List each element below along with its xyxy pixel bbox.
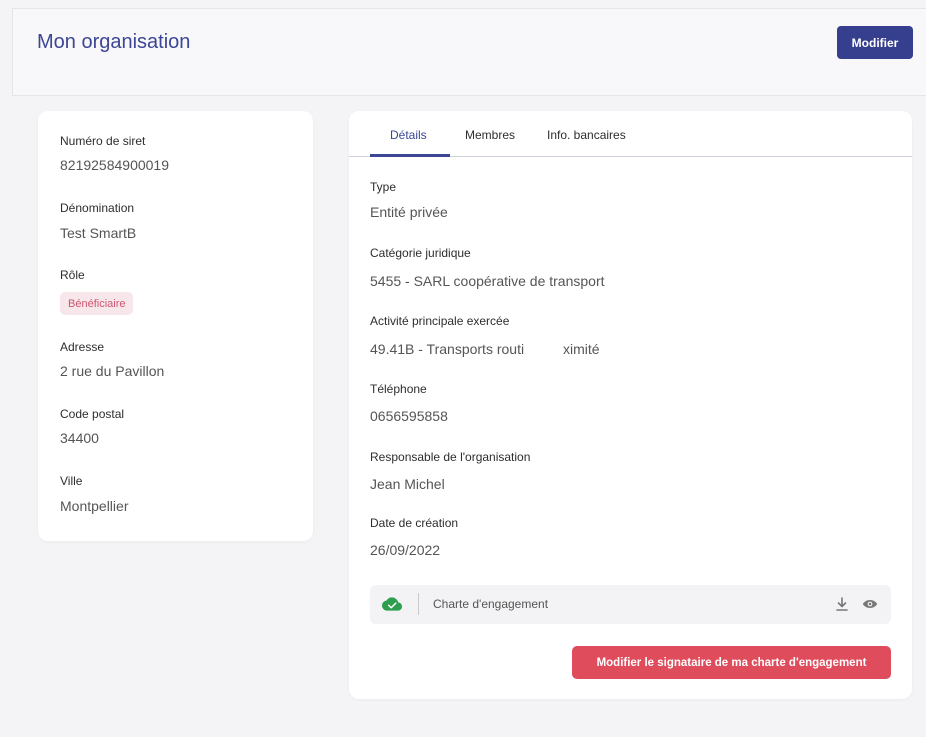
main-activity-value: 49.41B - Transports routi ximité	[370, 341, 600, 357]
tab-bar: Détails Membres Info. bancaires	[349, 111, 912, 157]
download-icon[interactable]	[835, 596, 849, 612]
city-label: Ville	[60, 474, 83, 488]
document-name: Charte d'engagement	[433, 597, 549, 611]
postal-code-label: Code postal	[60, 407, 125, 421]
eye-icon[interactable]	[862, 597, 878, 611]
phone-value: 0656595858	[370, 408, 448, 424]
tab-bank-info[interactable]: Info. bancaires	[547, 128, 626, 142]
engagement-charter-document[interactable]: Charte d'engagement	[370, 585, 891, 624]
role-label: Rôle	[60, 268, 85, 282]
tab-details[interactable]: Détails	[390, 128, 427, 142]
denomination-value: Test SmartB	[60, 225, 137, 241]
postal-code-value: 34400	[60, 430, 99, 446]
city-value: Montpellier	[60, 498, 129, 514]
active-tab-indicator	[370, 154, 450, 157]
siret-label: Numéro de siret	[60, 134, 146, 148]
main-activity-label: Activité principale exercée	[370, 314, 510, 328]
address-label: Adresse	[60, 340, 105, 354]
type-value: Entité privée	[370, 204, 448, 220]
organisation-details-card: Détails Membres Info. bancaires Type Ent…	[349, 111, 912, 699]
change-signatory-button[interactable]: Modifier le signataire de ma charte d'en…	[572, 646, 891, 679]
edit-organisation-button[interactable]: Modifier	[837, 26, 913, 59]
creation-date-label: Date de création	[370, 516, 459, 530]
phone-label: Téléphone	[370, 382, 427, 396]
siret-value: 82192584900019	[60, 157, 170, 173]
organisation-summary-card: Numéro de siret 82192584900019 Dénominat…	[38, 111, 313, 541]
type-label: Type	[370, 180, 397, 194]
address-value: 2 rue du Pavillon	[60, 363, 165, 379]
legal-category-label: Catégorie juridique	[370, 246, 471, 260]
creation-date-value: 26/09/2022	[370, 542, 441, 558]
page-title: Mon organisation	[37, 31, 191, 53]
role-badge: Bénéficiaire	[60, 292, 134, 315]
legal-category-value: 5455 - SARL coopérative de transport	[370, 273, 605, 289]
manager-value: Jean Michel	[370, 476, 445, 492]
denomination-label: Dénomination	[60, 201, 135, 215]
tab-members[interactable]: Membres	[465, 128, 515, 142]
page-header: Mon organisation Modifier	[12, 8, 926, 96]
manager-label: Responsable de l'organisation	[370, 450, 531, 464]
document-divider	[418, 593, 419, 615]
cloud-check-icon	[382, 597, 402, 611]
